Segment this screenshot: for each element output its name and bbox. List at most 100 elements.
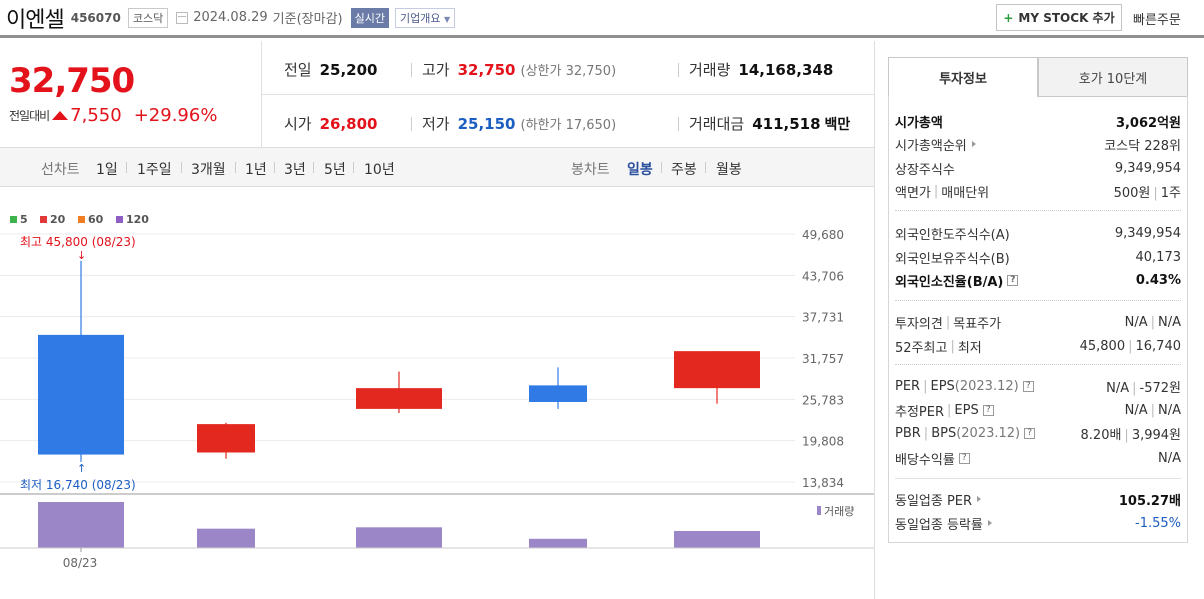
lower-limit: (하한가 17,650) <box>520 118 617 133</box>
open-price: 시가 26,800 <box>284 113 378 134</box>
ma-legend-label: 60 <box>88 213 104 226</box>
add-mystock-label: MY STOCK 추가 <box>1018 11 1115 25</box>
candle-monthly[interactable]: 월봉 <box>716 159 742 179</box>
add-mystock-button[interactable]: + MY STOCK 추가 <box>996 4 1122 31</box>
help-icon[interactable]: ? <box>1024 427 1036 439</box>
est-per-value: N/A <box>1124 402 1148 418</box>
price-change: 전일대비 7,550 +29.96% <box>9 105 217 126</box>
divider <box>874 41 875 599</box>
foreign-limit-value: 9,349,954 <box>1114 225 1181 241</box>
rank-label: 시가총액순위 <box>895 138 967 154</box>
divider <box>353 162 354 173</box>
volume-value: 14,168,348 <box>738 61 834 79</box>
target-label: 목표주가 <box>953 316 1002 332</box>
range-1w[interactable]: 1주일 <box>137 159 172 179</box>
volume-bar <box>356 527 442 548</box>
divider <box>313 162 314 173</box>
info-row-52week: 52주최고 | 최저 45,800 | 16,740 <box>895 338 1181 356</box>
tab-investment-info[interactable]: 투자정보 <box>888 57 1038 97</box>
info-row-opinion: 투자의견 | 목표주가 N/A | N/A <box>895 314 1181 332</box>
info-row-pbr-bps: PBR | BPS (2023.12)? 8.20배 | 3,994원 <box>895 425 1181 443</box>
volume: 거래량 14,168,348 <box>689 59 833 80</box>
company-info-dropdown[interactable]: 기업개요 ▼ <box>394 7 456 28</box>
range-3y[interactable]: 3년 <box>284 159 306 179</box>
day-high: 고가 32,750 (상한가 32,750) <box>422 59 616 80</box>
foreign-ratio-value: 0.43% <box>1135 272 1181 288</box>
volume-legend-label: 거래량 <box>824 505 854 518</box>
sector-per-label[interactable]: 동일업종 PER <box>895 490 972 509</box>
info-row-market-cap: 시가총액 3,062억원 <box>895 110 1181 132</box>
week52-low-label: 최저 <box>957 340 982 356</box>
candle-body <box>356 388 442 409</box>
low-label: 저가 <box>422 115 450 133</box>
y-tick-label: 13,834 <box>802 476 844 490</box>
market-tag: 코스닥 <box>127 7 169 28</box>
divider <box>126 162 127 173</box>
arrow-right-icon <box>987 520 992 526</box>
divider <box>678 63 679 77</box>
bps-label: BPS <box>931 425 957 441</box>
volume-legend-swatch <box>817 506 821 515</box>
range-1d[interactable]: 1일 <box>96 159 118 179</box>
y-tick-label: 25,783 <box>802 393 844 407</box>
arrow-right-icon <box>977 496 982 502</box>
trade-value: 거래대금 411,518 백만 <box>689 113 850 134</box>
trade-value-label: 거래대금 <box>689 115 745 133</box>
stock-page: 이엔셀 456070 코스닥 2024.08.29 기준(장마감) 실시간 기업… <box>0 0 1204 599</box>
divider <box>661 162 662 173</box>
ma-legend-swatch <box>78 216 85 223</box>
low-annotation: 최저 16,740 (08/23) <box>20 478 136 492</box>
volume-bar <box>38 502 124 548</box>
range-1y[interactable]: 1년 <box>245 159 267 179</box>
candle-weekly[interactable]: 주봉 <box>671 159 697 179</box>
ma-legend-swatch <box>10 216 17 223</box>
price-chart[interactable]: 49,680 43,706 37,731 31,757 25,783 19,808 13,8… <box>0 188 874 599</box>
week52-high-label: 52주최고 <box>895 340 948 356</box>
info-row-foreign-limit: 외국인한도주식수(A) 9,349,954 <box>895 222 1181 244</box>
divider <box>262 94 874 95</box>
company-name[interactable]: 이엔셀 <box>6 2 65 34</box>
info-row-per-eps: PER | EPS (2023.12)? N/A | -572원 <box>895 378 1181 396</box>
eps-label: EPS <box>930 378 955 394</box>
panel-tabs: 투자정보 호가 10단계 <box>888 57 1188 97</box>
ma-legend-label: 5 <box>20 213 28 226</box>
range-3m[interactable]: 3개월 <box>191 159 226 179</box>
divider <box>895 478 1181 479</box>
current-price: 32,750 <box>9 61 135 101</box>
help-icon[interactable]: ? <box>1007 274 1019 286</box>
arrow-right-icon <box>971 141 976 147</box>
arrow-up-icon <box>52 111 69 120</box>
realtime-button[interactable]: 실시간 <box>350 7 389 28</box>
trade-unit-label: 매매단위 <box>941 185 990 201</box>
divider <box>181 162 182 173</box>
ma-legend-swatch <box>40 216 47 223</box>
ma-legend-label: 120 <box>126 213 149 226</box>
help-icon[interactable]: ? <box>958 452 970 464</box>
info-row-foreign-hold: 외국인보유주식수(B) 40,173 <box>895 246 1181 268</box>
y-tick-label: 19,808 <box>802 435 844 449</box>
upper-limit: (상한가 32,750) <box>520 64 617 79</box>
help-icon[interactable]: ? <box>982 404 994 416</box>
divider <box>411 63 412 77</box>
diff-label: 전일대비 <box>9 109 50 123</box>
divider <box>235 162 236 173</box>
opinion-value: N/A <box>1124 314 1148 330</box>
sector-change-label[interactable]: 동일업종 등락률 <box>895 514 983 533</box>
foreign-ratio-label: 외국인소진율(B/A) <box>895 274 1004 290</box>
est-eps-label: EPS <box>954 402 979 418</box>
range-10y[interactable]: 10년 <box>364 159 395 179</box>
x-tick-label: 08/23 <box>63 556 98 570</box>
candle-body <box>38 334 124 455</box>
quick-order-link[interactable]: 빠른주문 <box>1133 9 1181 28</box>
dividend-value: N/A <box>1158 450 1181 466</box>
listed-shares-value: 9,349,954 <box>1114 160 1181 176</box>
tab-orderbook[interactable]: 호가 10단계 <box>1038 57 1188 97</box>
trade-unit: 1주 <box>1160 185 1181 201</box>
sector-change-value: -1.55% <box>1135 515 1181 531</box>
volume-bar <box>674 530 760 548</box>
candle-daily[interactable]: 일봉 <box>627 159 653 179</box>
help-icon[interactable]: ? <box>1022 380 1034 392</box>
info-row-est-per: 추정PER | EPS? N/A | N/A <box>895 402 1181 420</box>
y-tick-label: 31,757 <box>802 352 844 366</box>
range-5y[interactable]: 5년 <box>324 159 346 179</box>
